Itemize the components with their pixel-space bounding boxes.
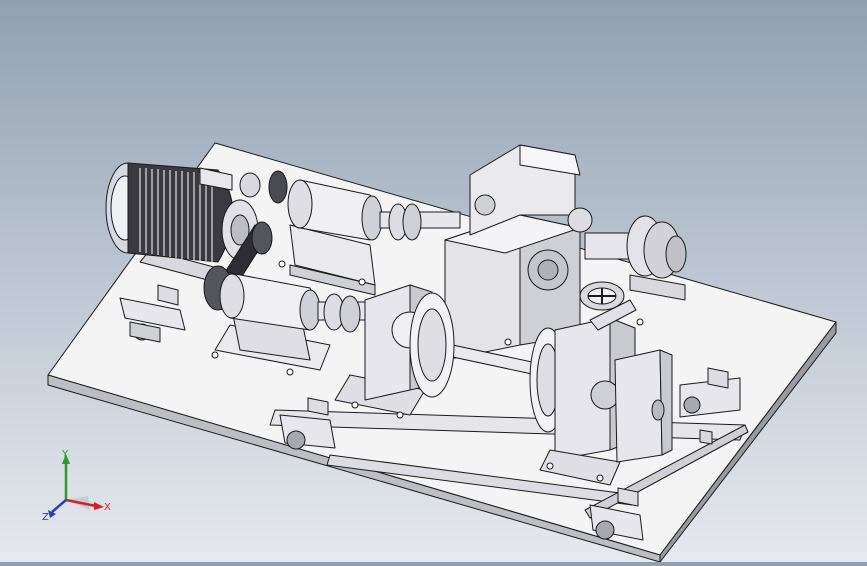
load-block[interactable] [614, 349, 673, 463]
z-axis-label: Z [42, 512, 49, 523]
axis-triad: Y X Z [42, 449, 111, 523]
z-axis-line [51, 499, 67, 513]
y-axis-label: Y [61, 449, 69, 460]
x-axis-label: X [104, 502, 111, 513]
cad-viewport[interactable]: Y X Z [0, 0, 867, 563]
x-axis-arrow [94, 502, 104, 510]
handwheel[interactable] [579, 281, 625, 311]
assembly-model[interactable] [0, 0, 867, 563]
rear-shaft-housing[interactable] [287, 179, 383, 296]
